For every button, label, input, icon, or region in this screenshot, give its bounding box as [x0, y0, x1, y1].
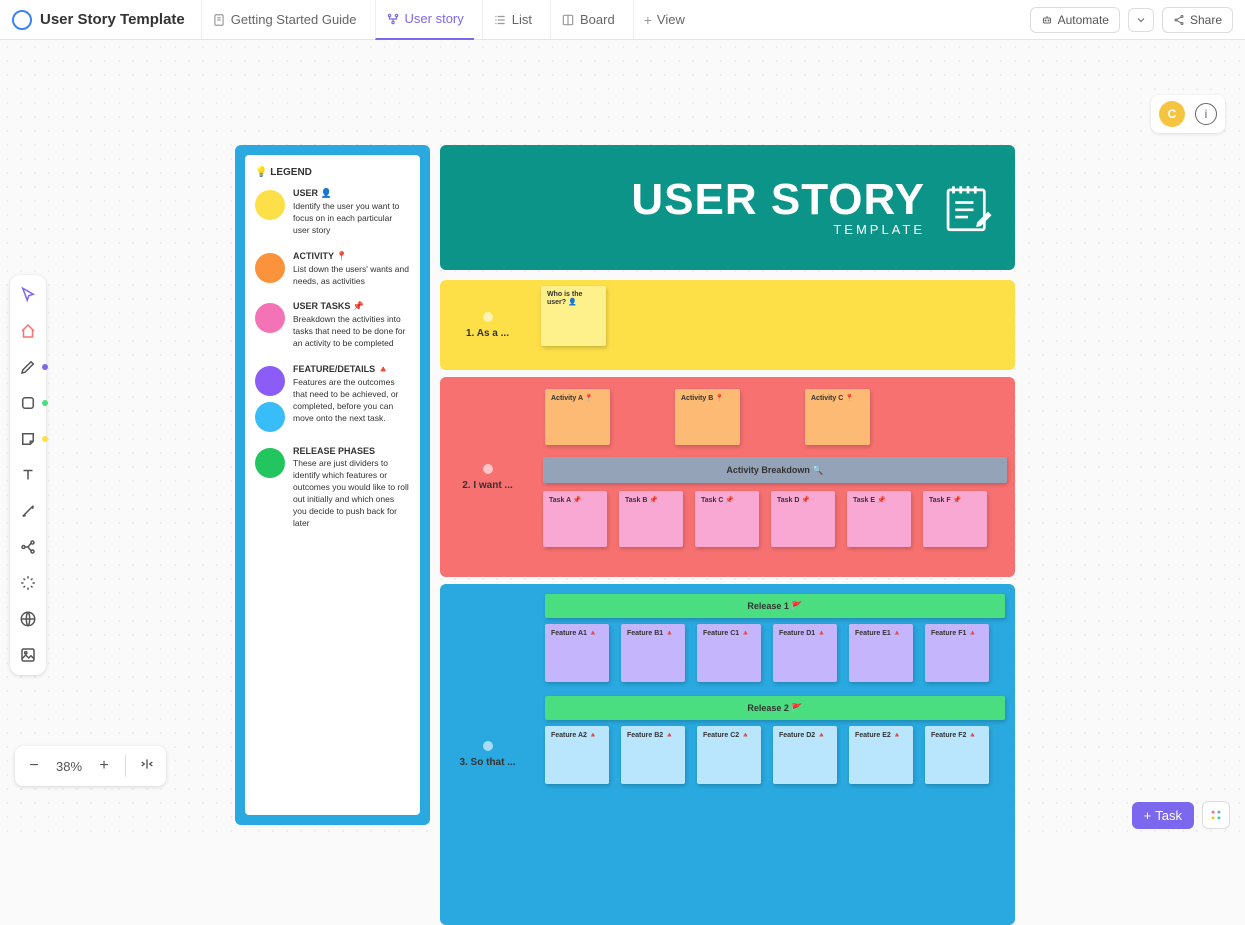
title-banner[interactable]: USER STORY TEMPLATE: [440, 145, 1015, 270]
activity-sticky[interactable]: Activity A 📍: [545, 389, 610, 445]
legend-item-activity: ACTIVITY 📍List down the users' wants and…: [255, 251, 410, 288]
apps-button[interactable]: [1202, 801, 1230, 829]
fit-screen-button[interactable]: [132, 752, 162, 780]
feature-sticky[interactable]: Feature E2 🔺: [849, 726, 913, 784]
section-as-a[interactable]: 1. As a ... Who is the user? 👤: [440, 280, 1015, 370]
notepad-icon: [939, 179, 997, 237]
breakdown-bar[interactable]: Activity Breakdown 🔍: [543, 457, 1007, 483]
apps-icon: [1209, 808, 1223, 822]
zoom-out-button[interactable]: −: [19, 752, 49, 780]
release-bar[interactable]: Release 2 🚩: [545, 696, 1005, 720]
chevron-down-icon: [1135, 14, 1147, 26]
page-title: User Story Template: [40, 11, 185, 28]
feature-sticky[interactable]: Feature B2 🔺: [621, 726, 685, 784]
sticky-tool[interactable]: [16, 427, 40, 451]
section-i-want[interactable]: 2. I want ... Activity A 📍 Activity B 📍 …: [440, 377, 1015, 577]
feature-sticky[interactable]: Feature F2 🔺: [925, 726, 989, 784]
bubble-icon: [483, 312, 493, 322]
zoom-level[interactable]: 38%: [51, 759, 87, 774]
feature-sticky[interactable]: Feature D1 🔺: [773, 624, 837, 682]
section-so-that[interactable]: 3. So that ... Release 1 🚩 Feature A1 🔺 …: [440, 584, 1015, 925]
tab-add-view[interactable]: + View: [633, 0, 695, 40]
pen-tool[interactable]: [16, 355, 40, 379]
task-sticky[interactable]: Task B 📌: [619, 491, 683, 547]
legend-item-user: USER 👤Identify the user you want to focu…: [255, 188, 410, 237]
tab-user-story[interactable]: User story: [375, 0, 474, 40]
shape-tool[interactable]: [16, 391, 40, 415]
tab-getting-started[interactable]: Getting Started Guide: [201, 0, 367, 40]
plus-icon: +: [644, 12, 652, 28]
zoom-in-button[interactable]: +: [89, 752, 119, 780]
section-label-text: 3. So that ...: [459, 757, 515, 768]
plus-icon: +: [1144, 808, 1152, 823]
legend-panel[interactable]: 💡 LEGEND USER 👤Identify the user you wan…: [235, 145, 430, 825]
banner-subtitle: TEMPLATE: [631, 222, 925, 237]
automate-button[interactable]: Automate: [1030, 7, 1120, 33]
feature-sticky[interactable]: Feature B1 🔺: [621, 624, 685, 682]
activity-sticky[interactable]: Activity B 📍: [675, 389, 740, 445]
task-label: Task: [1155, 808, 1182, 823]
task-sticky[interactable]: Task A 📌: [543, 491, 607, 547]
new-task-button[interactable]: +Task: [1132, 802, 1194, 829]
share-icon: [1173, 14, 1185, 26]
tab-label: Board: [580, 12, 615, 27]
list-icon: [493, 13, 507, 27]
section-label-text: 1. As a ...: [466, 328, 509, 339]
presence-panel: C i: [1151, 95, 1225, 133]
image-tool[interactable]: [16, 643, 40, 667]
feature-sticky[interactable]: Feature D2 🔺: [773, 726, 837, 784]
toolbox: [10, 275, 46, 675]
top-bar: User Story Template Getting Started Guid…: [0, 0, 1245, 40]
task-sticky[interactable]: Task F 📌: [923, 491, 987, 547]
legend-item-tasks: USER TASKS 📌Breakdown the activities int…: [255, 301, 410, 350]
feature-sticky[interactable]: Feature A1 🔺: [545, 624, 609, 682]
feature-sticky[interactable]: Feature C1 🔺: [697, 624, 761, 682]
whiteboard-canvas[interactable]: C i − 38% + +Task 💡 LEGEND: [0, 40, 1245, 841]
web-tool[interactable]: [16, 607, 40, 631]
doc-icon: [212, 13, 226, 27]
zoom-control: − 38% +: [15, 746, 166, 786]
ai-tool[interactable]: [16, 571, 40, 595]
legend-item-feature: FEATURE/DETAILS 🔺Features are the outcom…: [255, 364, 410, 432]
feature-sticky[interactable]: Feature C2 🔺: [697, 726, 761, 784]
info-icon[interactable]: i: [1195, 103, 1217, 125]
board-icon: [561, 13, 575, 27]
tab-list[interactable]: List: [482, 0, 542, 40]
robot-icon: [1041, 14, 1053, 26]
tab-label: View: [657, 12, 685, 27]
legend-item-release: RELEASE PHASESThese are just dividers to…: [255, 446, 410, 529]
bubble-icon: [483, 464, 493, 474]
feature-sticky[interactable]: Feature A2 🔺: [545, 726, 609, 784]
automate-dropdown[interactable]: [1128, 8, 1154, 32]
legend-title: 💡 LEGEND: [255, 167, 410, 178]
share-label: Share: [1190, 13, 1222, 27]
banner-title: USER STORY: [631, 178, 925, 222]
feature-sticky[interactable]: Feature F1 🔺: [925, 624, 989, 682]
hierarchy-icon: [386, 12, 400, 26]
bubble-icon: [483, 741, 493, 751]
task-sticky[interactable]: Task D 📌: [771, 491, 835, 547]
activity-sticky[interactable]: Activity C 📍: [805, 389, 870, 445]
home-tool[interactable]: [16, 319, 40, 343]
tab-label: List: [512, 12, 532, 27]
share-button[interactable]: Share: [1162, 7, 1233, 33]
section-label-text: 2. I want ...: [462, 480, 513, 491]
bottom-right-actions: +Task: [1132, 801, 1230, 829]
tab-board[interactable]: Board: [550, 0, 625, 40]
app-logo-icon[interactable]: [12, 10, 32, 30]
avatar[interactable]: C: [1159, 101, 1185, 127]
task-sticky[interactable]: Task C 📌: [695, 491, 759, 547]
mindmap-tool[interactable]: [16, 535, 40, 559]
task-sticky[interactable]: Task E 📌: [847, 491, 911, 547]
automate-label: Automate: [1058, 13, 1109, 27]
connector-tool[interactable]: [16, 499, 40, 523]
user-sticky[interactable]: Who is the user? 👤: [541, 286, 606, 346]
cursor-tool[interactable]: [16, 283, 40, 307]
feature-sticky[interactable]: Feature E1 🔺: [849, 624, 913, 682]
tab-label: Getting Started Guide: [231, 12, 357, 27]
text-tool[interactable]: [16, 463, 40, 487]
tab-label: User story: [405, 11, 464, 26]
release-bar[interactable]: Release 1 🚩: [545, 594, 1005, 618]
